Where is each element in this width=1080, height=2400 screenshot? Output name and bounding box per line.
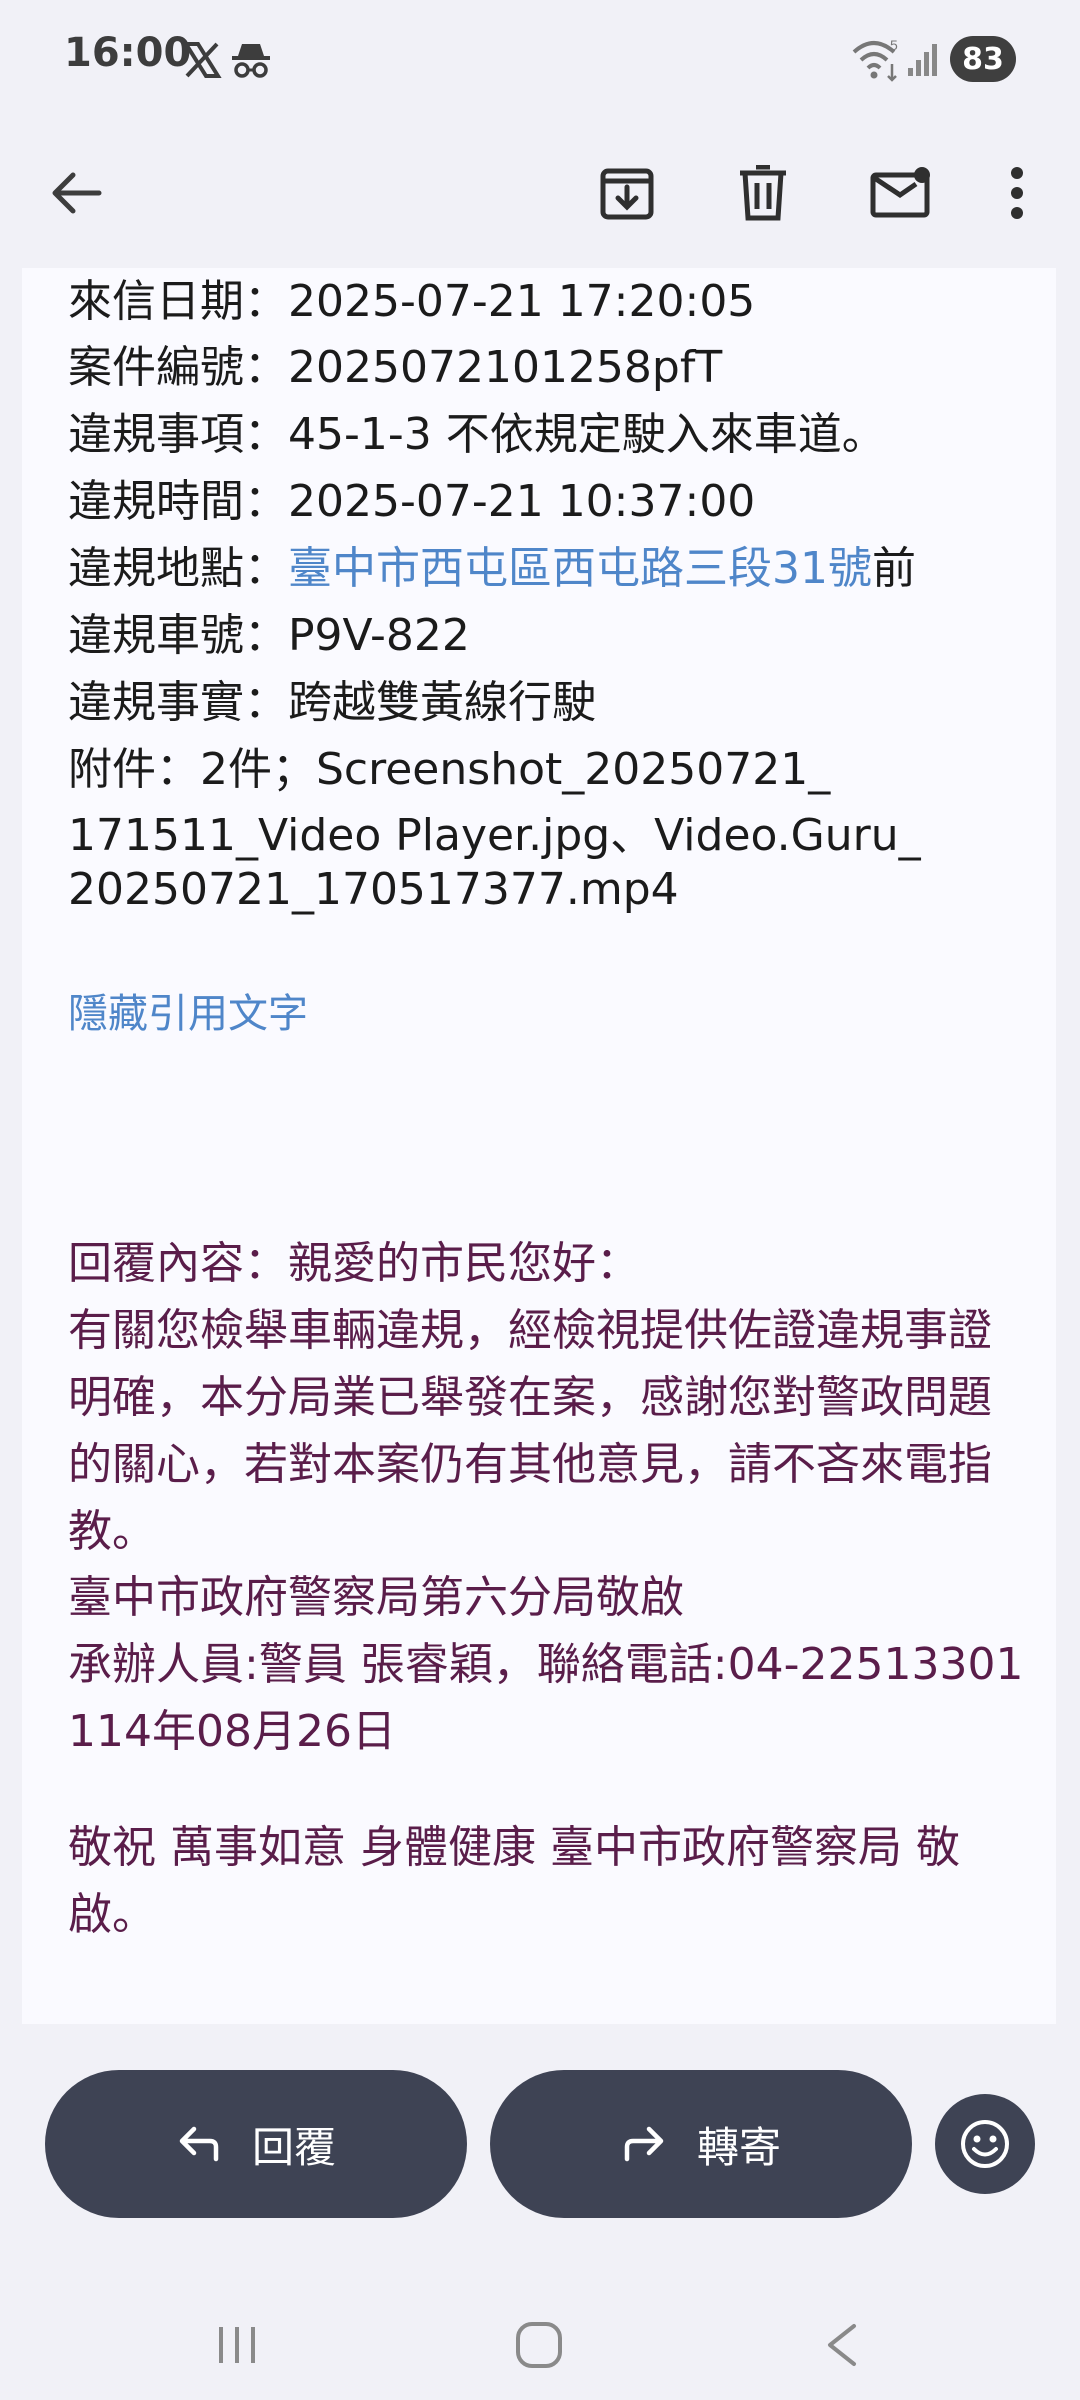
reply-line: 的關心，若對本案仍有其他意見，請不吝來電指: [68, 1439, 992, 1490]
status-time: 16:00: [64, 30, 192, 76]
reply-line: 教。: [68, 1506, 156, 1557]
incognito-icon: [230, 40, 272, 80]
back-arrow-icon[interactable]: [32, 148, 122, 238]
wifi-icon: 5: [852, 37, 902, 82]
home-icon[interactable]: [504, 2310, 574, 2380]
x-icon: [182, 40, 222, 80]
back-nav-icon[interactable]: [806, 2310, 876, 2380]
violation-location: 違規地點：臺中市西屯區西屯路三段31號前: [68, 541, 916, 597]
reply-line: 明確，本分局業已舉發在案，感謝您對警政問題: [68, 1372, 992, 1423]
location-suffix: 前: [872, 543, 916, 594]
location-link[interactable]: 臺中市西屯區西屯路三段31號: [288, 543, 872, 594]
reply-button[interactable]: 回覆: [45, 2070, 467, 2218]
forward-button[interactable]: 轉寄: [490, 2070, 912, 2218]
battery-indicator: 83: [950, 36, 1016, 82]
system-navigation-bar: [0, 2290, 1080, 2400]
recent-apps-icon[interactable]: [202, 2310, 272, 2380]
plate-number: 違規車號：P9V-822: [68, 610, 470, 661]
violation-item: 違規事項：45-1-3 不依規定駛入來車道。: [68, 409, 886, 460]
mark-unread-icon[interactable]: [856, 148, 946, 238]
forward-icon: [624, 2126, 664, 2162]
closing-line: 敬祝 萬事如意 身體健康 臺中市政府警察局 敬: [68, 1822, 960, 1873]
case-number: 案件編號：2025072101258pfT: [68, 342, 723, 393]
attachment-line-1: 附件：2件；Screenshot_20250721_: [68, 744, 831, 795]
more-options-icon[interactable]: [972, 148, 1062, 238]
smiley-icon: [961, 2120, 1009, 2168]
svg-text:5: 5: [890, 38, 898, 53]
reply-line: 臺中市政府警察局第六分局敬啟: [68, 1572, 684, 1623]
violation-time: 違規時間：2025-07-21 10:37:00: [68, 476, 756, 527]
attachment-line-2: 171511_Video Player.jpg、Video.Guru_: [68, 810, 921, 861]
reply-button-label: 回覆: [251, 2122, 336, 2172]
hide-quoted-text-link[interactable]: 隱藏引用文字: [68, 986, 308, 1042]
reply-date: 114年08月26日: [68, 1706, 396, 1757]
reply-icon: [179, 2126, 219, 2162]
forward-button-label: 轉寄: [696, 2122, 781, 2172]
reply-title: 回覆內容：親愛的市民您好：: [68, 1238, 640, 1289]
location-label: 違規地點：: [68, 543, 288, 594]
email-toolbar: [0, 120, 1080, 270]
email-body: 來信日期：2025-07-21 17:20:05 案件編號：2025072101…: [22, 268, 1056, 2024]
status-bar: 16:00 5 83: [0, 0, 1080, 120]
emoji-reaction-button[interactable]: [935, 2094, 1035, 2194]
signal-icon: [906, 42, 940, 78]
reply-contact: 承辦人員:警員 張睿穎，聯絡電話:04-22513301: [68, 1639, 1024, 1690]
attachment-line-3: 20250721_170517377.mp4: [68, 864, 679, 915]
reply-line: 有關您檢舉車輛違規，經檢視提供佐證違規事證: [68, 1305, 992, 1356]
violation-facts: 違規事實：跨越雙黃線行駛: [68, 677, 596, 728]
delete-icon[interactable]: [718, 148, 808, 238]
archive-icon[interactable]: [582, 148, 672, 238]
closing-line: 啟。: [68, 1889, 156, 1940]
received-date: 來信日期：2025-07-21 17:20:05: [68, 276, 756, 327]
